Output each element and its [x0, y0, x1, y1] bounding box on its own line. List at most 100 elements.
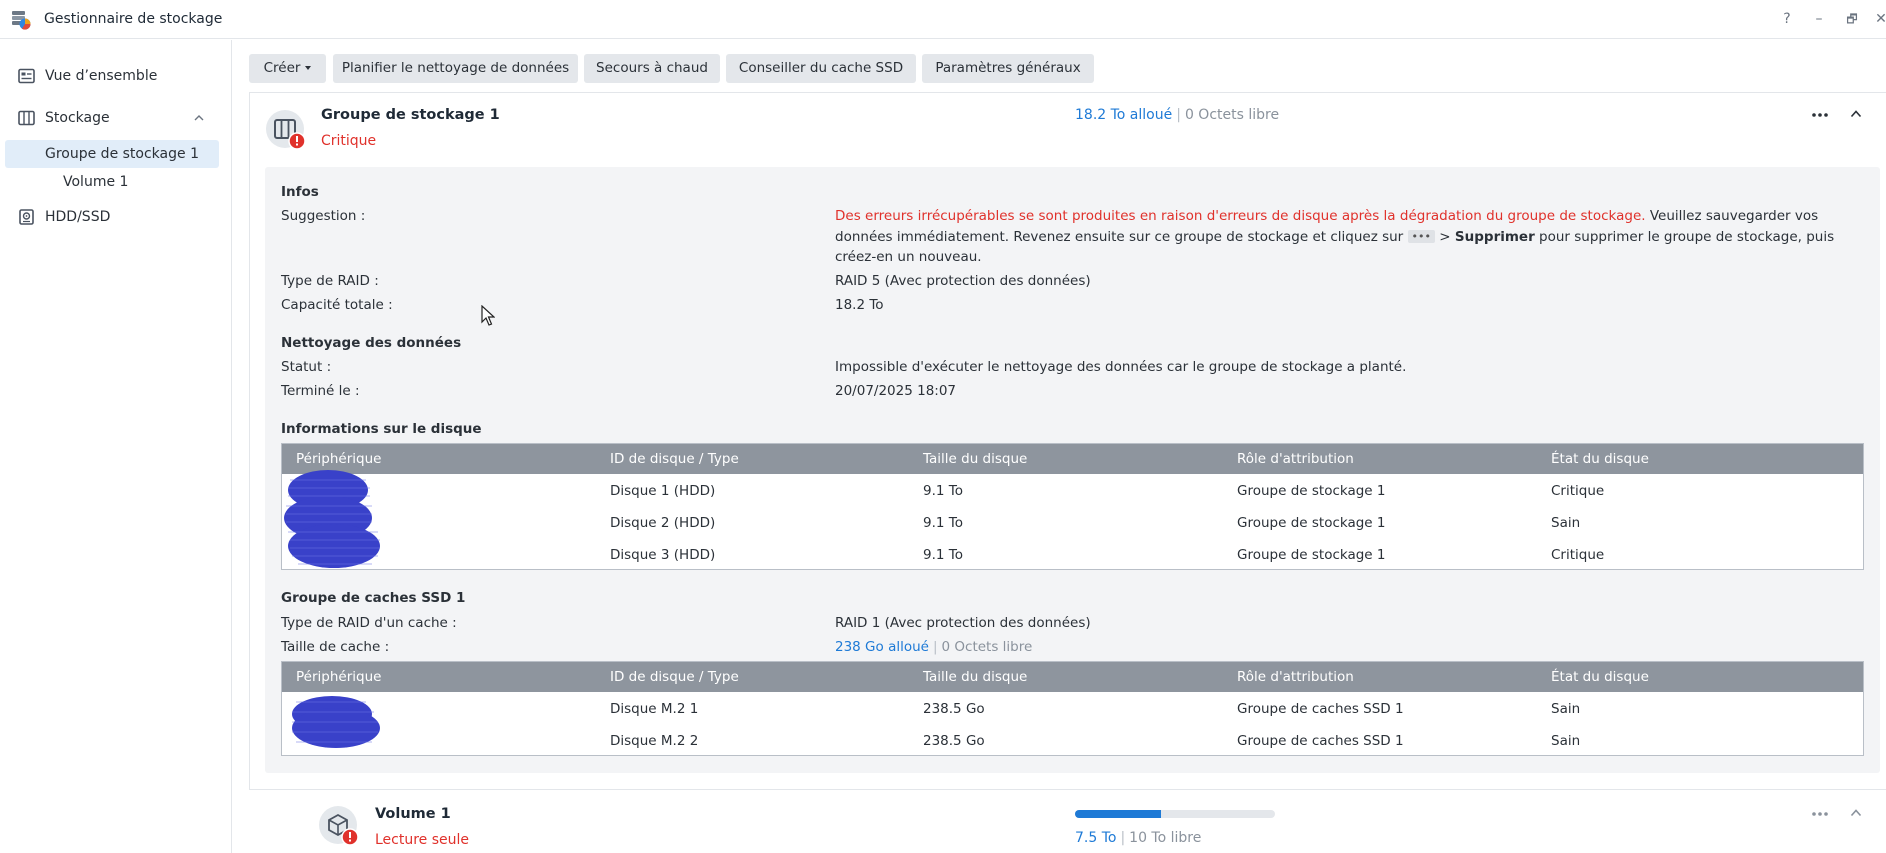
overview-icon	[18, 68, 35, 84]
close-icon[interactable]: ✕	[1872, 10, 1886, 28]
disk-id-cell: Disque M.2 1	[610, 701, 699, 717]
cache-raid-type-value: RAID 1 (Avec protection des données)	[835, 615, 1091, 631]
disk-info-section-title: Informations sur le disque	[281, 421, 482, 437]
disk-role-cell: Groupe de caches SSD 1	[1237, 701, 1404, 717]
ssd-cache-advisor-button[interactable]: Conseiller du cache SSD	[726, 54, 916, 83]
disk-state-cell: Sain	[1551, 733, 1581, 749]
ssd-cache-disk-table: Périphérique ID de disque / Type Taille …	[281, 661, 1864, 756]
redacted-device-image	[292, 696, 380, 748]
total-capacity-label: Capacité totale :	[281, 297, 393, 313]
column-header-role: Rôle d'attribution	[1237, 451, 1354, 467]
chevron-up-icon[interactable]	[194, 113, 204, 123]
disk-state-cell: Critique	[1551, 483, 1605, 499]
column-header-role: Rôle d'attribution	[1237, 669, 1354, 685]
separator: |	[1176, 107, 1181, 123]
mouse-cursor-icon	[481, 305, 495, 326]
more-options-icon[interactable]	[1810, 110, 1830, 120]
raid-type-value: RAID 5 (Avec protection des données)	[835, 273, 1091, 289]
separator: |	[932, 639, 938, 655]
sidebar-item-label: Vue d’ensemble	[45, 68, 158, 84]
sidebar-item-label: Volume 1	[63, 174, 129, 190]
create-button[interactable]: Créer	[249, 54, 326, 83]
restore-icon[interactable]: 🗗	[1843, 10, 1861, 28]
total-capacity-value: 18.2 To	[835, 297, 884, 313]
suggestion-error-text: Des erreurs irrécupérables se sont produ…	[835, 208, 1646, 224]
disk-size-cell: 238.5 Go	[923, 733, 985, 749]
info-section-title: Infos	[281, 184, 319, 200]
allocated-capacity: 18.2 To alloué	[1075, 107, 1173, 123]
volume-free: 10 To libre	[1129, 830, 1202, 846]
table-header: Périphérique ID de disque / Type Taille …	[282, 444, 1863, 474]
disk-id-cell: Disque M.2 2	[610, 733, 699, 749]
cache-raid-type-label: Type de RAID d'un cache :	[281, 615, 457, 631]
sidebar-item-storage-pool-1[interactable]: Groupe de stockage 1	[5, 140, 219, 168]
more-options-icon[interactable]	[1810, 809, 1830, 819]
sidebar-item-hdd-ssd[interactable]: HDD/SSD	[0, 203, 232, 231]
help-icon[interactable]: ?	[1778, 10, 1796, 28]
disk-state-cell: Sain	[1551, 515, 1581, 531]
sidebar-item-storage[interactable]: Stockage	[0, 104, 232, 132]
scrubbing-status-value: Impossible d'exécuter le nettoyage des d…	[835, 359, 1407, 375]
disk-id-cell: Disque 2 (HDD)	[610, 515, 716, 531]
more-options-icon: •••	[1407, 230, 1435, 243]
hot-spare-button[interactable]: Secours à chaud	[584, 54, 720, 83]
disk-size-cell: 238.5 Go	[923, 701, 985, 717]
cache-size-value: 238 Go alloué | 0 Octets libre	[835, 639, 1032, 655]
disk-size-cell: 9.1 To	[923, 483, 963, 499]
disk-role-cell: Groupe de stockage 1	[1237, 515, 1386, 531]
general-settings-button[interactable]: Paramètres généraux	[922, 54, 1094, 83]
disk-table: Périphérique ID de disque / Type Taille …	[281, 443, 1864, 570]
column-header-disk-state: État du disque	[1551, 669, 1649, 685]
storage-pool-title: Groupe de stockage 1	[321, 107, 500, 123]
suggestion-text: Des erreurs irrécupérables se sont produ…	[835, 206, 1855, 268]
caret-down-icon	[305, 66, 312, 70]
disk-role-cell: Groupe de caches SSD 1	[1237, 733, 1404, 749]
column-header-disk-size: Taille du disque	[923, 451, 1028, 467]
disk-id-cell: Disque 1 (HDD)	[610, 483, 716, 499]
column-header-device: Périphérique	[296, 451, 382, 467]
scrubbing-finished-label: Terminé le :	[281, 383, 360, 399]
create-button-label: Créer	[263, 60, 301, 76]
cache-allocated: 238 Go alloué	[835, 639, 929, 655]
delete-action-text: Supprimer	[1454, 228, 1535, 245]
chevron-up-icon[interactable]	[1850, 807, 1862, 819]
window-title: Gestionnaire de stockage	[44, 11, 223, 27]
ssd-cache-section-title: Groupe de caches SSD 1	[281, 590, 466, 606]
scrubbing-finished-value: 20/07/2025 18:07	[835, 383, 957, 399]
chevron-up-icon[interactable]	[1850, 108, 1862, 120]
schedule-scrubbing-button[interactable]: Planifier le nettoyage de données	[333, 54, 578, 83]
separator: |	[1120, 830, 1126, 846]
free-capacity: 0 Octets libre	[1184, 107, 1280, 123]
sidebar-item-volume-1[interactable]: Volume 1	[5, 168, 219, 196]
cache-free: 0 Octets libre	[941, 639, 1033, 655]
volume-used: 7.5 To	[1075, 830, 1117, 846]
sidebar-item-overview[interactable]: Vue d’ensemble	[0, 62, 232, 90]
volume-usage-bar-fill	[1075, 810, 1161, 818]
storage-pool-icon	[266, 110, 306, 150]
disk-size-cell: 9.1 To	[923, 515, 963, 531]
suggestion-label: Suggestion :	[281, 208, 366, 224]
minimize-icon[interactable]: –	[1810, 10, 1828, 28]
volume-usage-bar	[1075, 810, 1275, 818]
disk-role-cell: Groupe de stockage 1	[1237, 547, 1386, 563]
disk-id-cell: Disque 3 (HDD)	[610, 547, 716, 563]
column-header-disk-state: État du disque	[1551, 451, 1649, 467]
hdd-icon	[19, 209, 34, 225]
sidebar-item-label: HDD/SSD	[45, 209, 111, 225]
storage-pool-status: Critique	[321, 133, 377, 149]
sidebar-item-label: Stockage	[45, 110, 110, 126]
storage-icon	[18, 110, 35, 126]
title-bar: Gestionnaire de stockage ? – 🗗 ✕	[0, 0, 1886, 39]
disk-size-cell: 9.1 To	[923, 547, 963, 563]
column-header-disk-size: Taille du disque	[923, 669, 1028, 685]
volume-icon	[319, 806, 359, 846]
disk-role-cell: Groupe de stockage 1	[1237, 483, 1386, 499]
sidebar-item-label: Groupe de stockage 1	[45, 146, 199, 162]
cache-size-label: Taille de cache :	[281, 639, 390, 655]
volume-usage: 7.5 To | 10 To libre	[1075, 830, 1201, 846]
column-header-device: Périphérique	[296, 669, 382, 685]
column-header-disk-id: ID de disque / Type	[610, 451, 739, 467]
volume-title: Volume 1	[375, 806, 451, 822]
table-header: Périphérique ID de disque / Type Taille …	[282, 662, 1863, 692]
storage-manager-app-icon	[12, 11, 31, 30]
